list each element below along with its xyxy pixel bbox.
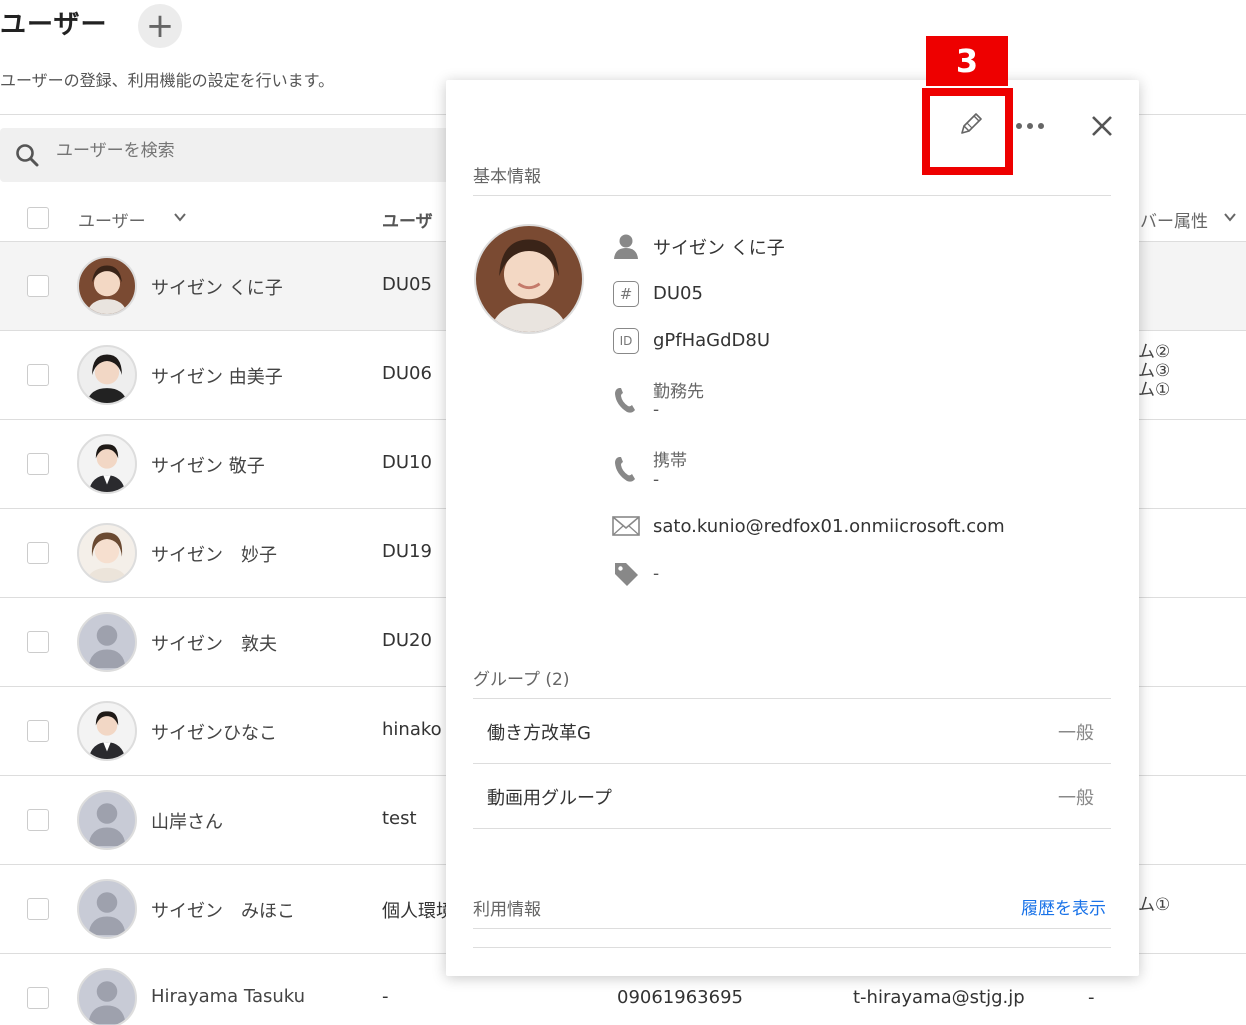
page-description: ユーザーの登録、利用機能の設定を行います。 [0, 71, 335, 90]
divider [473, 763, 1111, 764]
avatar-placeholder [77, 612, 137, 672]
select-all-checkbox[interactable] [27, 207, 49, 229]
chevron-down-icon[interactable] [1222, 209, 1238, 225]
tag-icon [611, 559, 641, 589]
column-header-userid[interactable]: ユーザ [382, 207, 433, 232]
id-icon: ID [611, 326, 641, 356]
row-checkbox[interactable] [27, 275, 49, 297]
basic-info-title: 基本情報 [473, 167, 541, 187]
row-checkbox[interactable] [27, 720, 49, 742]
avatar-placeholder [77, 790, 137, 850]
more-options-button[interactable] [1012, 108, 1048, 144]
avatar [77, 345, 137, 405]
tag-value: - [653, 564, 660, 584]
group-role: 一般 [1058, 788, 1094, 809]
profile-photo [474, 224, 584, 334]
user-name: サイゼン 由美子 [151, 367, 283, 388]
highlight-box [922, 88, 1013, 175]
user-name: サイゼン みほこ [151, 901, 295, 922]
divider [473, 928, 1111, 929]
group-role: 一般 [1058, 723, 1094, 744]
user-id: DU06 [382, 363, 432, 384]
group-name[interactable]: 動画用グループ [487, 784, 612, 810]
user-name: サイゼンひなこ [151, 723, 277, 744]
avatar [77, 256, 137, 316]
phone-icon [611, 454, 641, 484]
search-input[interactable] [56, 141, 436, 161]
user-id: DU10 [382, 452, 432, 473]
attribute-list: ム① [1138, 895, 1171, 915]
avatar [77, 523, 137, 583]
attribute-list: ム② ム③ ム① [1138, 342, 1171, 400]
show-history-link[interactable]: 履歴を表示 [1021, 894, 1106, 919]
plus-icon: + [145, 6, 175, 46]
user-name: サイゼン くに子 [151, 278, 283, 299]
email-address[interactable]: sato.kunio@redfox01.onmiicrosoft.com [653, 516, 1005, 537]
user-attribute: - [1088, 987, 1095, 1008]
groups-title: グループ (2) [473, 670, 570, 690]
avatar-placeholder [77, 968, 137, 1025]
work-phone-label: 勤務先 [653, 382, 704, 402]
column-header-user[interactable]: ユーザー [78, 207, 146, 232]
divider [473, 828, 1111, 829]
row-checkbox[interactable] [27, 898, 49, 920]
user-name: 山岸さん [151, 812, 223, 833]
add-user-button[interactable]: + [138, 4, 182, 48]
page-title: ユーザー [0, 10, 108, 40]
person-icon [611, 231, 641, 261]
user-full-name: サイゼン くに子 [653, 238, 785, 259]
row-checkbox[interactable] [27, 542, 49, 564]
user-id: DU19 [382, 541, 432, 562]
chevron-down-icon[interactable] [172, 209, 188, 225]
group-name[interactable]: 働き方改革G [487, 719, 591, 745]
column-header-attribute[interactable]: バー属性 [1140, 207, 1208, 232]
user-id: hinako [382, 719, 442, 740]
user-name: サイゼン 敦夫 [151, 634, 277, 655]
search-icon [16, 144, 39, 167]
avatar [77, 434, 137, 494]
user-name: サイゼン 妙子 [151, 545, 277, 566]
user-id: - [382, 986, 389, 1007]
user-name: サイゼン 敬子 [151, 456, 265, 477]
avatar [77, 701, 137, 761]
user-name: Hirayama Tasuku [151, 986, 306, 1007]
row-checkbox[interactable] [27, 453, 49, 475]
more-icon [1016, 123, 1044, 129]
close-button[interactable] [1084, 108, 1120, 144]
employee-number: DU05 [653, 283, 703, 304]
row-checkbox[interactable] [27, 987, 49, 1009]
user-id: DU20 [382, 630, 432, 651]
row-checkbox[interactable] [27, 631, 49, 653]
row-checkbox[interactable] [27, 809, 49, 831]
user-id: DU05 [382, 274, 432, 295]
phone-icon [611, 385, 641, 415]
divider [473, 698, 1111, 699]
user-phone: 09061963695 [617, 987, 743, 1008]
step-number-label: 3 [926, 36, 1008, 86]
work-phone-value: - [653, 400, 660, 420]
user-id: test [382, 808, 417, 829]
mobile-label: 携帯 [653, 451, 687, 471]
close-icon [1092, 116, 1112, 136]
user-email: t-hirayama@stjg.jp [853, 987, 1025, 1008]
mail-icon [611, 511, 641, 541]
avatar-placeholder [77, 879, 137, 939]
mobile-value: - [653, 470, 660, 490]
row-checkbox[interactable] [27, 364, 49, 386]
user-detail-panel: 基本情報 サイゼン くに子 # DU05 ID gPfHaGdD8U 勤務先 -… [446, 80, 1139, 976]
usage-info-title: 利用情報 [473, 900, 541, 920]
divider [473, 947, 1111, 948]
divider [473, 195, 1111, 196]
hash-icon: # [611, 279, 641, 309]
user-id-value: gPfHaGdD8U [653, 330, 771, 351]
user-id: 個人環境 [382, 901, 454, 922]
